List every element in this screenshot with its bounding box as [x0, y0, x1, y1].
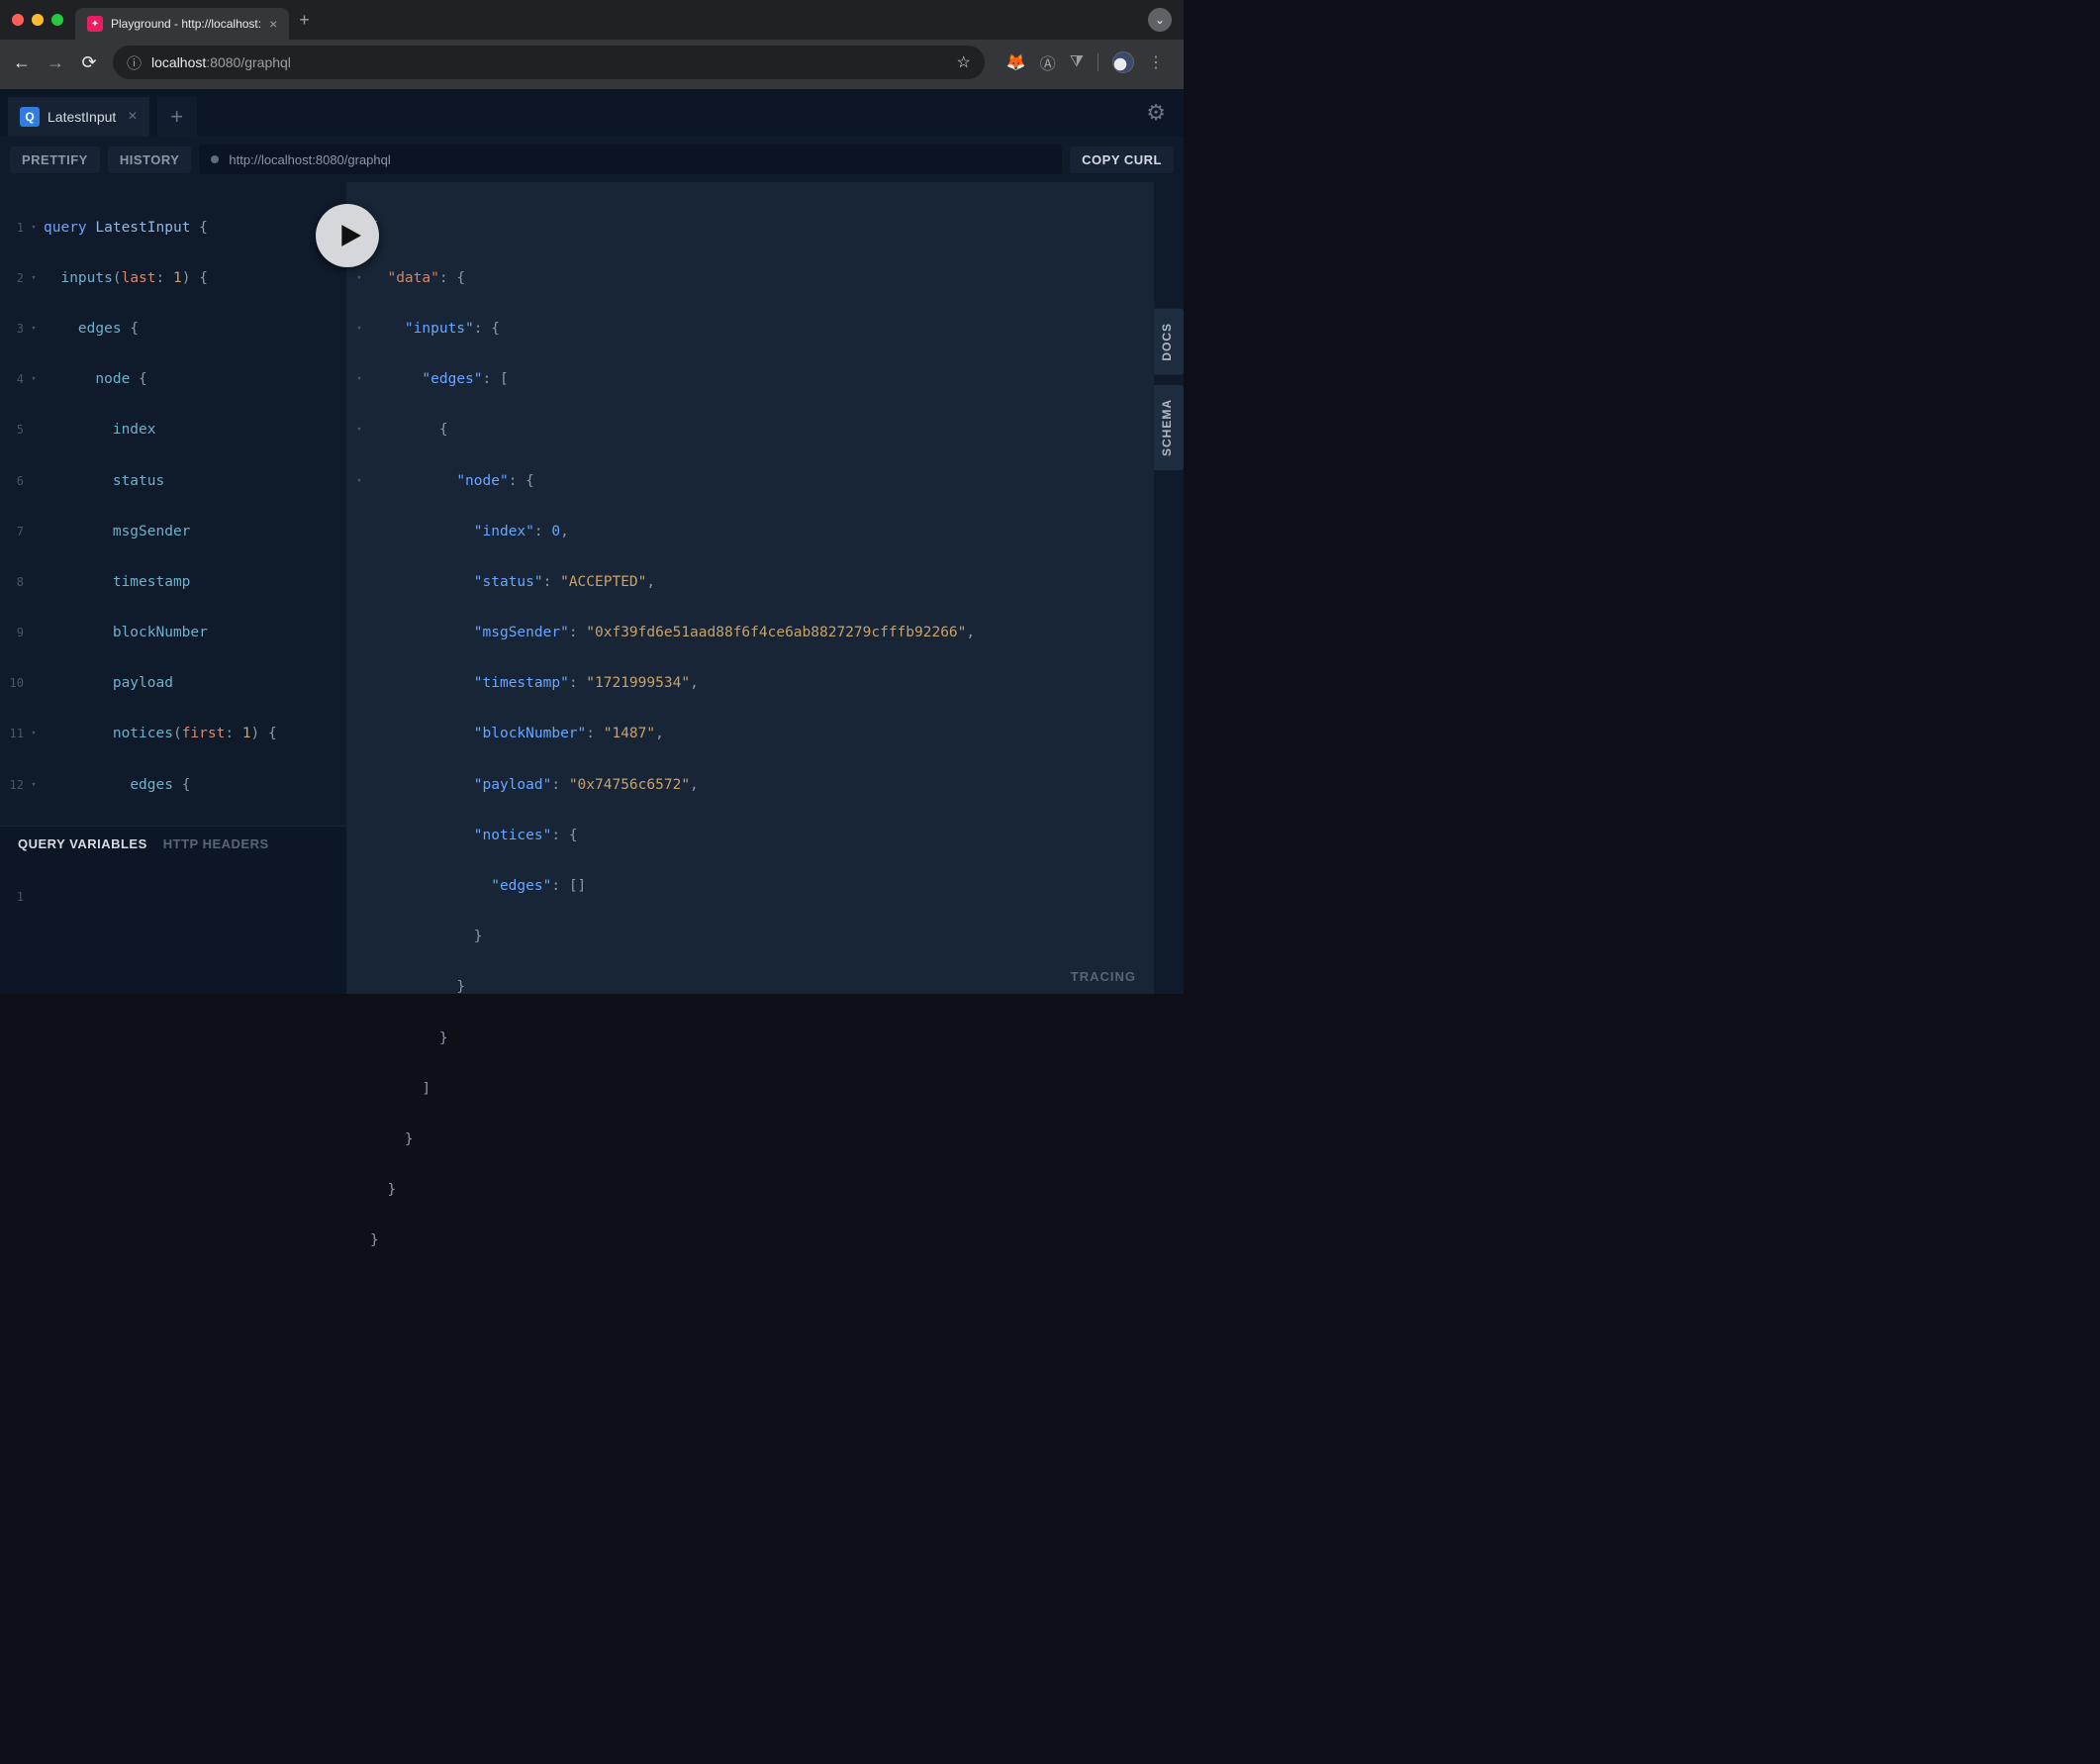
execute-query-button[interactable]: [316, 204, 379, 267]
query-editor-pane: 1▾query LatestInput { 2▾ inputs(last: 1)…: [0, 182, 346, 994]
extension-icon[interactable]: Ⓐ: [1040, 50, 1056, 74]
extension-icons: 🦊 Ⓐ ⧩ ⋮: [999, 50, 1172, 74]
response-footer: TRACING: [693, 959, 1154, 994]
browser-toolbar: ← → ⟳ ⓘ localhost:8080/graphql ☆ 🦊 Ⓐ ⧩ ⋮: [0, 40, 1184, 89]
prettify-button[interactable]: PRETTIFY: [10, 147, 100, 173]
endpoint-input[interactable]: http://localhost:8080/graphql: [199, 145, 1062, 174]
window-minimize-button[interactable]: [32, 14, 44, 26]
workspace: 1▾query LatestInput { 2▾ inputs(last: 1)…: [0, 182, 1184, 994]
reload-button[interactable]: ⟳: [79, 52, 99, 73]
play-icon: [337, 223, 363, 248]
schema-tab[interactable]: SCHEMA: [1154, 385, 1184, 470]
query-variables-tab[interactable]: QUERY VARIABLES: [18, 836, 147, 851]
response-viewer[interactable]: ▾{ ▾ "data": { ▾ "inputs": { ▾ "edges": …: [346, 182, 1154, 1313]
variables-panel: QUERY VARIABLES HTTP HEADERS 1: [0, 826, 346, 994]
profile-avatar[interactable]: [1112, 51, 1134, 73]
url-host: localhost: [151, 54, 206, 70]
playground-toolbar: PRETTIFY HISTORY http://localhost:8080/g…: [0, 137, 1184, 182]
query-badge-icon: Q: [20, 107, 40, 127]
tab-search-button[interactable]: ⌄: [1148, 8, 1172, 32]
http-headers-tab[interactable]: HTTP HEADERS: [163, 836, 269, 851]
browser-titlebar: ✦ Playground - http://localhost: × + ⌄: [0, 0, 1184, 40]
settings-gear-icon[interactable]: ⚙: [1146, 100, 1176, 126]
browser-tab-active[interactable]: ✦ Playground - http://localhost: ×: [75, 8, 289, 40]
variables-panel-tabs: QUERY VARIABLES HTTP HEADERS: [0, 827, 346, 855]
browser-chrome: ✦ Playground - http://localhost: × + ⌄ ←…: [0, 0, 1184, 89]
site-info-icon[interactable]: ⓘ: [127, 52, 142, 73]
side-tabs: DOCS SCHEMA: [1154, 182, 1184, 994]
playground-tab-active[interactable]: Q LatestInput ×: [8, 97, 149, 137]
docs-tab[interactable]: DOCS: [1154, 309, 1184, 375]
window-close-button[interactable]: [12, 14, 24, 26]
back-button[interactable]: ←: [12, 52, 32, 73]
endpoint-status-dot-icon: [211, 155, 219, 163]
endpoint-url: http://localhost:8080/graphql: [229, 152, 390, 167]
query-editor[interactable]: 1▾query LatestInput { 2▾ inputs(last: 1)…: [0, 182, 346, 826]
history-button[interactable]: HISTORY: [108, 147, 192, 173]
url-display: localhost:8080/graphql: [151, 54, 946, 70]
extensions-puzzle-icon[interactable]: ⧩: [1070, 53, 1084, 71]
variables-editor[interactable]: 1: [0, 855, 346, 994]
window-maximize-button[interactable]: [51, 14, 63, 26]
playground-new-tab-button[interactable]: +: [157, 97, 197, 137]
tracing-label[interactable]: TRACING: [1071, 969, 1136, 984]
browser-menu-icon[interactable]: ⋮: [1148, 52, 1164, 72]
playground-tabbar: Q LatestInput × + ⚙: [0, 89, 1184, 137]
url-port: :8080: [206, 54, 240, 70]
forward-button[interactable]: →: [46, 52, 65, 73]
copy-curl-button[interactable]: COPY CURL: [1070, 147, 1174, 173]
url-path: /graphql: [240, 54, 291, 70]
playground-tab-close-icon[interactable]: ×: [128, 108, 137, 126]
window-controls: [12, 14, 63, 26]
graphql-playground: Q LatestInput × + ⚙ PRETTIFY HISTORY htt…: [0, 89, 1184, 994]
playground-tab-label: LatestInput: [48, 109, 116, 125]
new-tab-button[interactable]: +: [299, 10, 310, 31]
tab-close-icon[interactable]: ×: [269, 16, 277, 32]
response-pane: ▾{ ▾ "data": { ▾ "inputs": { ▾ "edges": …: [346, 182, 1154, 994]
browser-tab-title: Playground - http://localhost:: [111, 17, 261, 31]
bookmark-star-icon[interactable]: ☆: [956, 52, 970, 72]
favicon-icon: ✦: [87, 16, 103, 32]
metamask-extension-icon[interactable]: 🦊: [1006, 52, 1026, 72]
address-bar[interactable]: ⓘ localhost:8080/graphql ☆: [113, 46, 985, 79]
